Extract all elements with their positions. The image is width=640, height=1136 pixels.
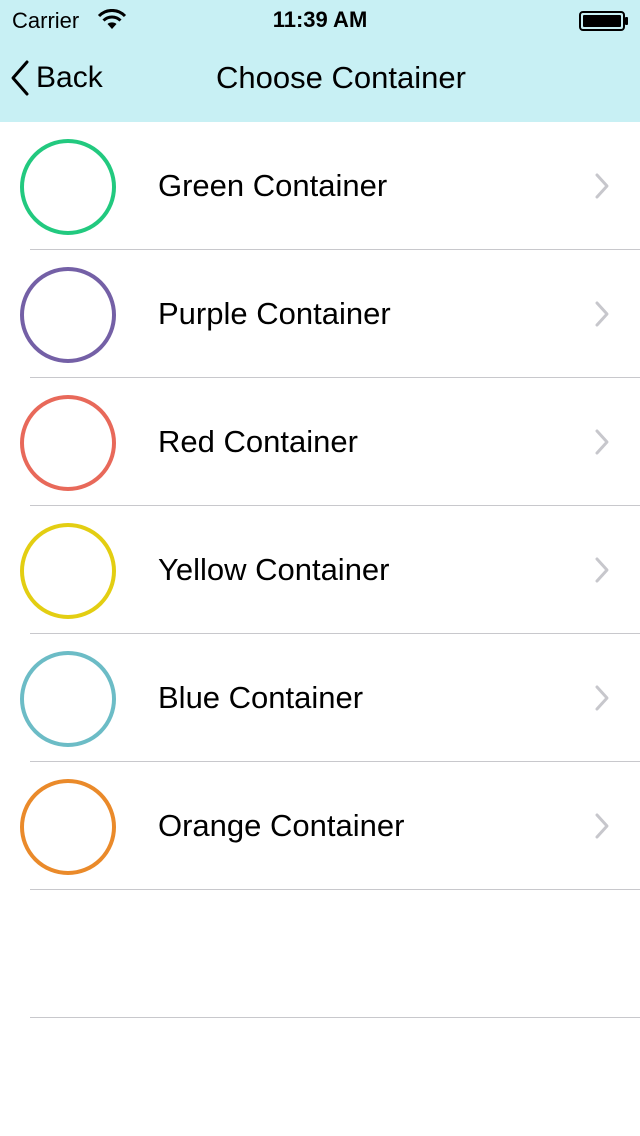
list-item-green-container[interactable]: Green Container	[0, 122, 640, 250]
list-item-label: Purple Container	[158, 296, 391, 331]
navigation-bar: Back Choose Container	[0, 40, 640, 122]
chevron-right-icon	[595, 813, 609, 839]
list-item-label: Yellow Container	[158, 552, 390, 587]
list-item-purple-container[interactable]: Purple Container	[0, 250, 640, 378]
row-separator	[30, 1017, 640, 1018]
status-bar: Carrier 11:39 AM	[0, 0, 640, 40]
chevron-right-icon	[595, 429, 609, 455]
chevron-right-icon	[595, 557, 609, 583]
container-color-circle	[20, 395, 116, 491]
container-color-circle	[20, 779, 116, 875]
empty-list-row	[0, 890, 640, 1018]
list-item-blue-container[interactable]: Blue Container	[0, 634, 640, 762]
list-item-label: Red Container	[158, 424, 358, 459]
header: Carrier 11:39 AM Back Choose Container	[0, 0, 640, 122]
list-item-label: Blue Container	[158, 680, 364, 715]
list-item-label: Orange Container	[158, 808, 405, 843]
list-item-red-container[interactable]: Red Container	[0, 378, 640, 506]
container-color-circle	[20, 139, 116, 235]
container-color-circle	[20, 267, 116, 363]
status-time: 11:39 AM	[272, 7, 368, 32]
chevron-right-icon	[595, 685, 609, 711]
container-list: Green Container Purple Container Red Con…	[0, 122, 640, 1018]
list-item-yellow-container[interactable]: Yellow Container	[0, 506, 640, 634]
container-color-circle	[20, 651, 116, 747]
chevron-right-icon	[595, 301, 609, 327]
page-title: Choose Container	[216, 60, 466, 95]
list-item-orange-container[interactable]: Orange Container	[0, 762, 640, 890]
chevron-right-icon	[595, 173, 609, 199]
container-color-circle	[20, 523, 116, 619]
list-item-label: Green Container	[158, 168, 388, 203]
battery-icon	[579, 11, 628, 31]
